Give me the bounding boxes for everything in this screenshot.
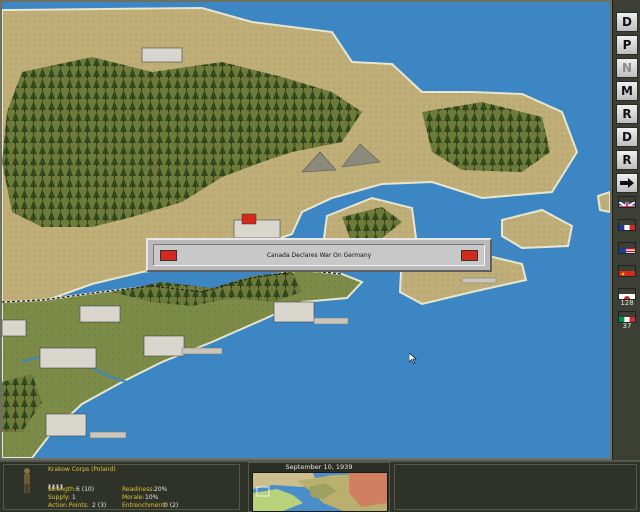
morale-label: Morale: [122, 494, 145, 501]
supply-label: Supply: [48, 494, 71, 501]
minimap-panel: September 10, 1939 [248, 462, 390, 512]
entrenchment-value: 0 (2) [164, 502, 179, 509]
supply-value: 1 [72, 494, 76, 501]
morale-value: 10% [145, 494, 159, 501]
end-turn-button[interactable] [616, 173, 638, 193]
command-button-r[interactable]: R [616, 104, 638, 124]
strength-label: Strength: [48, 486, 76, 493]
command-button-d2[interactable]: D [616, 127, 638, 147]
readiness-value: 20% [154, 486, 168, 493]
mouse-cursor-icon [409, 353, 417, 364]
command-button-m[interactable]: M [616, 81, 638, 101]
minimap[interactable] [252, 472, 388, 512]
unit-name: Krakow Corps (Poland) [48, 466, 116, 473]
map-terrain[interactable] [2, 2, 610, 458]
readiness-label: Readiness: [122, 486, 155, 493]
command-sidebar: D P N M R D R 128 37 [612, 0, 640, 460]
arrow-right-icon [620, 178, 634, 188]
event-dialog[interactable]: Canada Declares War On Germany [146, 238, 492, 272]
france-flag-icon[interactable] [618, 219, 636, 231]
game-map[interactable] [0, 0, 612, 460]
command-button-p[interactable]: P [616, 35, 638, 55]
command-button-n[interactable]: N [616, 58, 638, 78]
japan-value: 128 [620, 299, 634, 307]
ussr-flag-icon[interactable] [618, 265, 636, 277]
target-info-panel [394, 464, 637, 510]
italy-value: 37 [622, 322, 632, 330]
strength-value: 6 (10) [76, 486, 95, 493]
command-button-r2[interactable]: R [616, 150, 638, 170]
action-points-value: 2 (3) [92, 502, 107, 509]
usa-flag-icon[interactable] [618, 242, 636, 254]
command-button-d[interactable]: D [616, 12, 638, 32]
entrenchment-label: Entrenchment: [122, 502, 167, 509]
infantry-unit-icon [24, 468, 32, 493]
unit-info-panel: Krakow Corps (Poland) Strength: 6 (10) S… [3, 464, 240, 510]
bottom-panel: Krakow Corps (Poland) Strength: 6 (10) S… [0, 460, 640, 512]
action-points-label: Action Points: [48, 502, 89, 509]
event-message: Canada Declares War On Germany [266, 252, 372, 259]
uk-flag-icon[interactable] [618, 196, 636, 208]
turn-date: September 10, 1939 [285, 463, 353, 471]
ussr-flag-icon [461, 250, 478, 261]
